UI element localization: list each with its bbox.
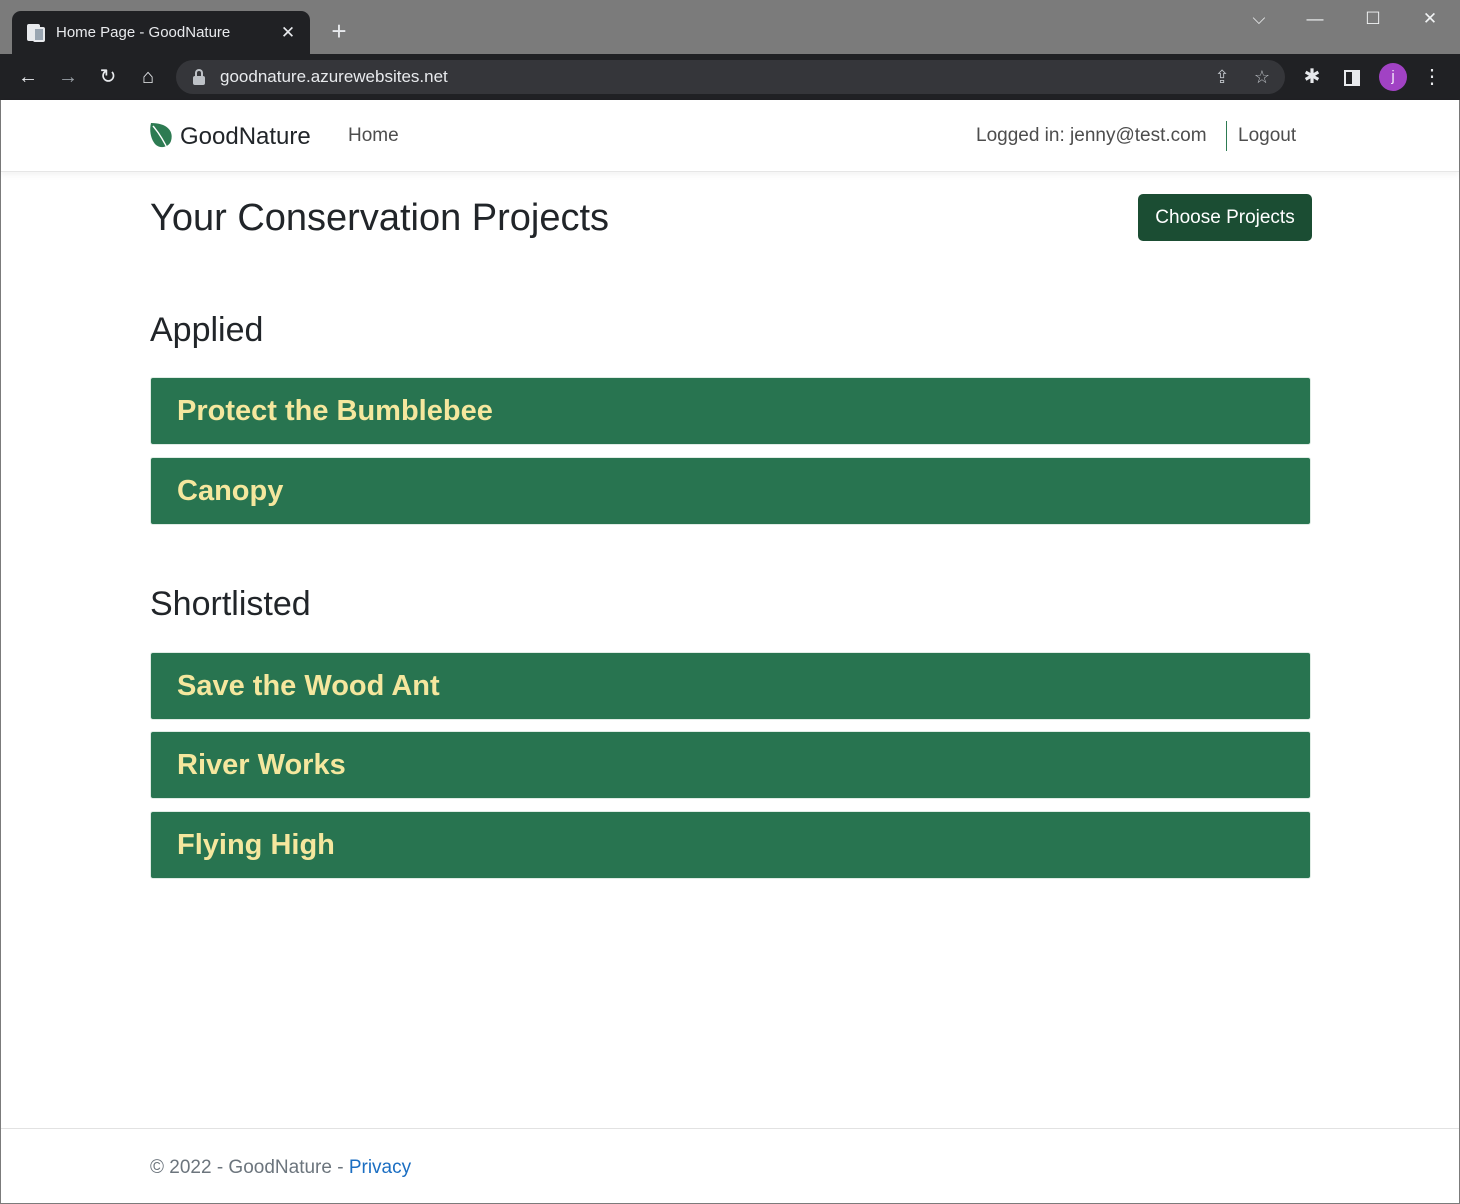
footer-text: © 2022 - GoodNature - Privacy [150, 1157, 411, 1179]
profile-avatar[interactable]: j [1379, 63, 1407, 91]
close-window-button[interactable]: ✕ [1407, 4, 1453, 34]
choose-projects-button[interactable]: Choose Projects [1138, 194, 1312, 241]
site-navbar: GoodNature Home Logged in: jenny@test.co… [1, 100, 1459, 172]
browser-tabstrip: Home Page - GoodNature ✕ + ⌵ — ☐ ✕ [0, 0, 1460, 54]
forward-icon[interactable]: → [52, 61, 84, 93]
side-panel-icon[interactable] [1336, 61, 1368, 93]
brand-name: GoodNature [180, 123, 311, 150]
project-card[interactable]: River Works [150, 731, 1311, 799]
browser-toolbar: ← → ↻ ⌂ goodnature.azurewebsites.net ⇪ ☆… [0, 54, 1460, 100]
back-icon[interactable]: ← [12, 61, 44, 93]
privacy-link[interactable]: Privacy [349, 1157, 411, 1178]
leaf-icon [150, 123, 172, 153]
project-card[interactable]: Flying High [150, 811, 1311, 879]
extensions-icon[interactable]: ✱ [1296, 61, 1328, 93]
share-icon[interactable]: ⇪ [1206, 61, 1238, 93]
page-title: Your Conservation Projects [150, 197, 610, 239]
url-text[interactable]: goodnature.azurewebsites.net [220, 67, 448, 87]
nav-divider [1226, 121, 1227, 151]
minimize-button[interactable]: — [1292, 4, 1338, 34]
reload-icon[interactable]: ↻ [92, 61, 124, 93]
home-icon[interactable]: ⌂ [132, 61, 164, 93]
project-card[interactable]: Canopy [150, 457, 1311, 525]
logged-in-status: Logged in: jenny@test.com [976, 125, 1207, 146]
tab-search-icon[interactable]: ⌵ [1236, 4, 1282, 34]
site-footer: © 2022 - GoodNature - Privacy [1, 1128, 1459, 1203]
nav-home-link[interactable]: Home [348, 125, 399, 147]
project-title: River Works [177, 748, 346, 781]
bookmark-star-icon[interactable]: ☆ [1246, 61, 1278, 93]
brand-link[interactable]: GoodNature [149, 121, 311, 153]
project-title: Canopy [177, 474, 284, 507]
copyright-text: © 2022 - GoodNature - [150, 1157, 349, 1178]
tab-title: Home Page - GoodNature [56, 24, 231, 41]
section-heading-applied: Applied [150, 311, 264, 349]
page-favicon-icon [26, 23, 46, 43]
logout-link[interactable]: Logout [1238, 125, 1296, 147]
project-card[interactable]: Save the Wood Ant [150, 652, 1311, 720]
browser-tab[interactable]: Home Page - GoodNature ✕ [12, 11, 310, 54]
tab-close-icon[interactable]: ✕ [278, 23, 298, 43]
browser-menu-icon[interactable]: ⋮ [1416, 61, 1448, 93]
project-title: Protect the Bumblebee [177, 394, 493, 427]
project-title: Save the Wood Ant [177, 669, 440, 702]
project-card[interactable]: Protect the Bumblebee [150, 377, 1311, 445]
section-heading-shortlisted: Shortlisted [150, 585, 311, 623]
project-title: Flying High [177, 828, 335, 861]
lock-icon[interactable] [192, 69, 206, 85]
page-viewport: GoodNature Home Logged in: jenny@test.co… [1, 100, 1459, 1203]
maximize-button[interactable]: ☐ [1350, 4, 1396, 34]
address-bar[interactable]: goodnature.azurewebsites.net ⇪ ☆ [176, 60, 1285, 94]
new-tab-button[interactable]: + [326, 17, 352, 45]
